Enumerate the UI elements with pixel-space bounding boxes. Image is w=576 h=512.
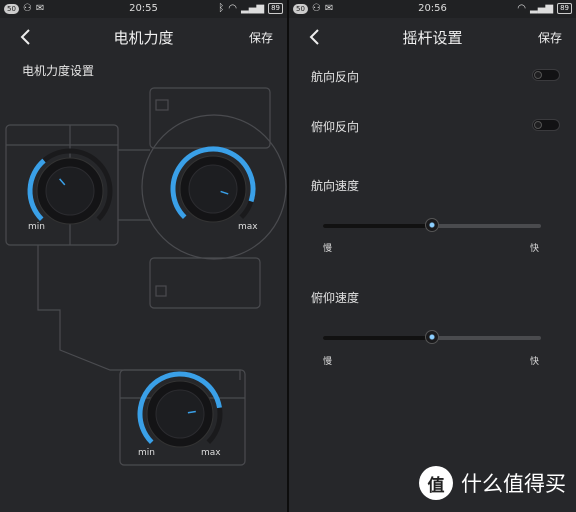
motor-knob-pan[interactable] — [134, 368, 226, 460]
fast-label: 快 — [530, 357, 540, 367]
watermark: 值 什么值得买 — [419, 466, 566, 500]
pan-speed-slider[interactable] — [323, 218, 541, 232]
slider-fill — [323, 336, 432, 340]
slow-label: 慢 — [323, 244, 333, 254]
watermark-logo: 值 — [419, 466, 453, 500]
knob-cap — [188, 164, 238, 214]
section-title: 电机力度设置 — [22, 64, 95, 78]
wifi-icon: ◠ — [228, 3, 237, 14]
tilt-speed-slider[interactable] — [323, 330, 541, 344]
slider-fill — [323, 224, 432, 228]
toggle-knob — [534, 71, 542, 79]
knob-min-label: min — [138, 448, 155, 458]
knob-dial-icon — [137, 371, 223, 448]
battery-indicator: 89 — [268, 3, 283, 14]
save-button[interactable]: 保存 — [249, 29, 273, 46]
battery-indicator: 89 — [557, 3, 572, 14]
joystick-settings-screen: 50 ⚇ ✉ 20:56 ◠ ▂▄▆ 89 摇杆设置 保存 航向反向 俯仰反向 … — [289, 0, 576, 512]
bluetooth-icon: ᛒ — [218, 3, 225, 14]
wifi-icon: ◠ — [517, 3, 526, 14]
save-button[interactable]: 保存 — [538, 29, 562, 46]
knob-max-label: max — [238, 222, 258, 232]
pan-reverse-label: 航向反向 — [311, 70, 360, 84]
signal-icon: ▂▄▆ — [241, 3, 265, 14]
watermark-text: 什么值得买 — [461, 472, 566, 496]
knob-cap — [155, 389, 205, 439]
tilt-reverse-label: 俯仰反向 — [311, 120, 360, 134]
knob-max-label: max — [201, 448, 221, 458]
status-right: ◠ ▂▄▆ 89 — [517, 3, 572, 14]
status-right: ᛒ ◠ ▂▄▆ 89 — [218, 3, 283, 14]
title-bar: 电机力度 保存 — [0, 22, 287, 52]
knob-cap — [45, 166, 95, 216]
title-bar: 摇杆设置 保存 — [289, 22, 576, 52]
motor-strength-screen: 50 ⚇ ✉ 20:55 ᛒ ◠ ▂▄▆ 89 电机力度 保存 电机力度设置 m… — [0, 0, 287, 512]
status-bar: 50 ⚇ ✉ 20:55 ᛒ ◠ ▂▄▆ 89 — [0, 0, 287, 18]
knob-min-label: min — [28, 222, 45, 232]
signal-icon: ▂▄▆ — [530, 3, 554, 14]
status-bar: 50 ⚇ ✉ 20:56 ◠ ▂▄▆ 89 — [289, 0, 576, 18]
page-title: 电机力度 — [113, 29, 174, 47]
pan-reverse-toggle[interactable] — [532, 69, 560, 81]
tilt-speed-label: 俯仰速度 — [311, 291, 360, 305]
slider-thumb[interactable] — [425, 218, 439, 232]
tilt-reverse-toggle[interactable] — [532, 119, 560, 131]
page-title: 摇杆设置 — [402, 29, 463, 47]
toggle-knob — [534, 121, 542, 129]
slow-label: 慢 — [323, 357, 333, 367]
slider-thumb[interactable] — [425, 330, 439, 344]
pan-speed-label: 航向速度 — [311, 179, 360, 193]
fast-label: 快 — [530, 244, 540, 254]
